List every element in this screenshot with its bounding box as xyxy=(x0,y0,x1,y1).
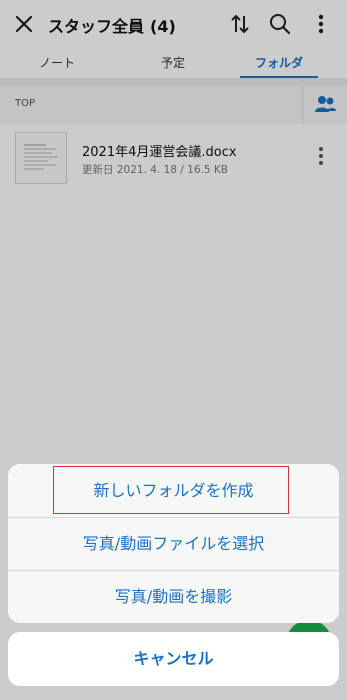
select-media-file-option[interactable]: 写真/動画ファイルを選択 xyxy=(8,517,339,570)
capture-media-option[interactable]: 写真/動画を撮影 xyxy=(8,570,339,623)
action-sheet: 新しいフォルダを作成 写真/動画ファイルを選択 写真/動画を撮影 xyxy=(8,464,339,623)
cancel-button[interactable]: キャンセル xyxy=(8,632,339,686)
highlight-box xyxy=(53,466,289,514)
